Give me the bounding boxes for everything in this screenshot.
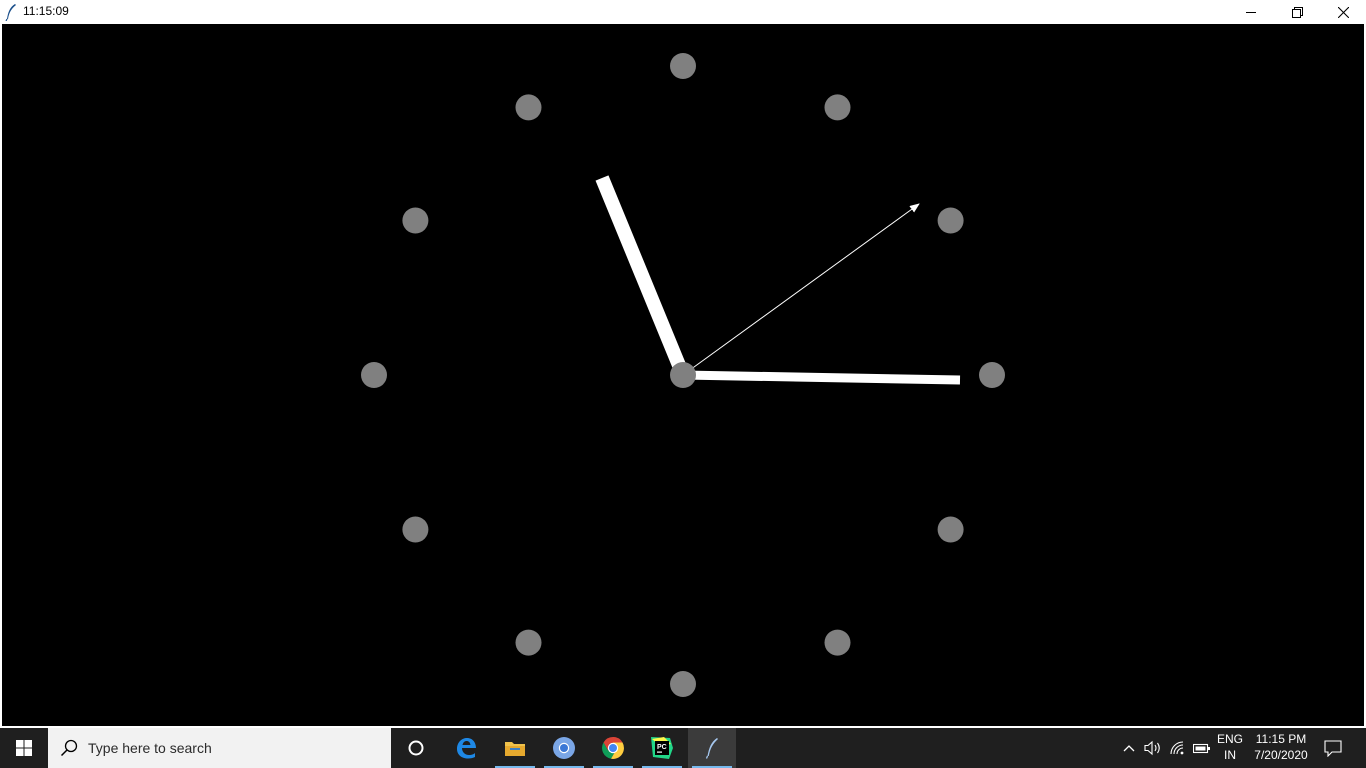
analog-clock [361,53,1005,697]
hour-marker-9 [361,362,387,388]
chevron-up-icon [1123,745,1135,752]
hour-marker-4 [937,516,964,543]
hour-marker-12 [670,53,696,79]
taskbar-cortana[interactable] [392,728,440,768]
hour-marker-8 [402,516,429,543]
cortana-icon [408,740,424,756]
taskbar-time: 11:15 PM [1255,732,1307,746]
minimize-icon [1246,12,1256,13]
minimize-button[interactable] [1228,0,1274,24]
clock-canvas[interactable] [2,24,1364,726]
hour-marker-3 [979,362,1005,388]
speaker-icon [1144,740,1160,756]
feather-icon [5,4,16,21]
chrome-icon [602,737,624,759]
app-window: 11:15:09 [0,0,1366,728]
volume-button[interactable] [1142,728,1164,768]
pycharm-icon: PC [651,737,673,759]
svg-text:PC: PC [657,744,667,751]
notification-icon [1324,739,1342,757]
taskbar-pycharm[interactable]: PC [638,728,686,768]
taskbar-search-box[interactable]: Type here to search [48,728,391,768]
hour-marker-5 [824,629,851,656]
battery-button[interactable] [1190,728,1214,768]
hour-marker-7 [515,629,542,656]
hour-hand [595,175,690,378]
wifi-icon [1170,741,1184,755]
hour-marker-2 [937,207,964,234]
second-hand [682,203,920,376]
restore-button[interactable] [1274,0,1320,24]
search-placeholder: Type here to search [88,740,212,756]
network-button[interactable] [1166,728,1190,768]
search-icon [60,739,78,757]
restore-icon [1291,6,1303,18]
window-title: 11:15:09 [23,4,69,18]
feather-icon [705,738,718,759]
taskbar-edge[interactable] [442,728,490,768]
hour-marker-10 [402,207,429,234]
edge-icon [457,738,476,759]
hour-marker-6 [670,671,696,697]
minute-hand [682,370,961,385]
taskbar-chromium[interactable] [540,728,588,768]
action-center-button[interactable] [1318,728,1348,768]
language-indicator[interactable]: ENG IN [1214,732,1246,762]
taskbar: Type here to search PC ENG IN 11:15 PM 7… [0,728,1366,768]
taskbar-chrome[interactable] [589,728,637,768]
windows-start-icon [16,740,32,756]
hour-marker-1 [824,94,851,121]
chromium-icon [553,737,575,759]
folder-icon [505,742,525,756]
language-code: ENG [1216,732,1243,746]
taskbar-tk-app[interactable] [688,728,736,768]
show-hidden-icons-button[interactable] [1118,728,1140,768]
start-button[interactable] [0,728,48,768]
keyboard-region: IN [1224,748,1236,762]
taskbar-clock[interactable]: 11:15 PM 7/20/2020 [1248,732,1314,762]
battery-icon [1193,743,1210,754]
hour-marker-11 [515,94,542,121]
close-icon [1337,6,1349,18]
taskbar-date: 7/20/2020 [1254,748,1308,762]
clock-center-dot [670,362,696,388]
title-bar[interactable]: 11:15:09 [0,0,1366,24]
close-button[interactable] [1320,0,1366,24]
taskbar-file-explorer[interactable] [491,728,539,768]
